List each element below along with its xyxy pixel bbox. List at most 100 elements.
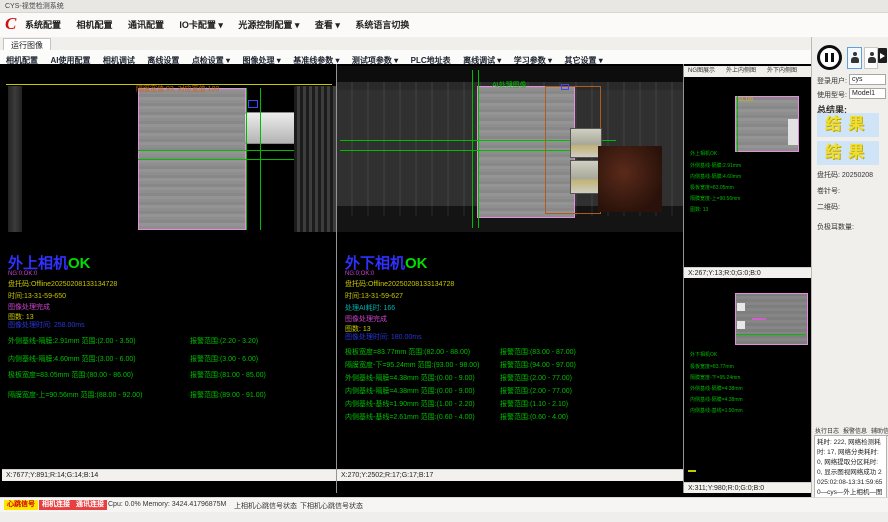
mini-line: 外侧基线-隔膜=4.38mm bbox=[690, 384, 743, 395]
login-user-field[interactable]: cys bbox=[849, 74, 886, 85]
left-time: 时间:13-31-59-650 bbox=[8, 291, 66, 301]
mini-line: 内侧基线-隔膜=4.38mm bbox=[690, 395, 743, 406]
measure-value: 内侧基线-隔膜=4.38mm 范围:(0.00 - 9.00) bbox=[345, 386, 475, 396]
pin-number-label: 卷针号: bbox=[817, 186, 840, 196]
barcode-label-text: 盘托码: bbox=[817, 172, 840, 179]
tab-lower-inner-view[interactable]: 外下内侧图 bbox=[767, 66, 797, 77]
small-lower-line-h bbox=[736, 334, 806, 335]
middle-camera-name: 外下相机 bbox=[345, 255, 405, 272]
left-ok-status: OK bbox=[68, 255, 91, 272]
alarm-range: 报警范围:(2.00 - 77.00) bbox=[500, 373, 572, 383]
small-lower-image bbox=[735, 293, 808, 345]
mini-line: 外侧基线-隔膜:2.91mm bbox=[690, 161, 741, 172]
measure-value: 内侧基线-基线=1.90mm 范围:(1.00 - 2.20) bbox=[345, 399, 475, 409]
mini-line: 内侧基线-基线=1.90mm bbox=[690, 406, 743, 417]
middle-camera-view[interactable]: AI处理图像 外下相机OK NG:0;OK:0 盘托码:Offline20250… bbox=[337, 66, 683, 481]
upper-cam-heartbeat[interactable]: 上相机心跳信号状态 bbox=[234, 501, 297, 511]
small-upper-img-label: 93,100 bbox=[738, 97, 753, 103]
alarm-range: 报警范围:(0.60 - 4.00) bbox=[500, 412, 568, 422]
alarm-range: 报警范围:(3.00 - 6.00) bbox=[190, 354, 258, 364]
small-upper-bright-spot bbox=[788, 119, 798, 145]
middle-camera-title: 外下相机OK bbox=[345, 252, 428, 273]
left-process-time: 图像处理时间: 258.00ms bbox=[8, 320, 85, 330]
user-icon bbox=[851, 52, 859, 64]
small-upper-line-v bbox=[737, 96, 738, 152]
comm-status-badge: 通讯连接 bbox=[73, 500, 107, 510]
alarm-range: 报警范围:(83.00 - 87.00) bbox=[500, 347, 576, 357]
middle-pixel-coordinates: X:270;Y:2502;R:17;G:17;B:17 bbox=[337, 469, 683, 481]
neg-tab-count-label: 负极耳数量: bbox=[817, 222, 854, 232]
app-window: CYS-视觉检测系统 C 系统配置 相机配置 通讯配置 IO卡配置 ▾ 光源控制… bbox=[0, 0, 888, 522]
alarm-range: 报警范围:(2.00 - 77.00) bbox=[500, 386, 572, 396]
left-barcode: 盘托码:Offline20250208133134728 bbox=[8, 279, 117, 289]
middle-ai-label: AI处理图像 bbox=[492, 80, 527, 90]
user-login-button[interactable] bbox=[847, 47, 862, 69]
small-lower-bright-spot1 bbox=[737, 303, 745, 311]
exit-button[interactable] bbox=[877, 45, 888, 69]
menubar: C 系统配置 相机配置 通讯配置 IO卡配置 ▾ 光源控制配置 ▾ 查看 ▾ 系… bbox=[0, 13, 888, 38]
mini-line: 外下相机OK bbox=[690, 350, 717, 361]
left-measure-line-h2 bbox=[138, 159, 310, 160]
logout-door-icon bbox=[878, 48, 887, 63]
pause-button[interactable] bbox=[817, 45, 842, 70]
left-camera-view[interactable]: 隔膜宽值:93, 对应宽值:100 外上相机OK NG:0;OK:0 盘托码:O… bbox=[2, 66, 336, 481]
middle-barcode: 盘托码:Offline20250208133134728 bbox=[345, 279, 454, 289]
menu-system-config[interactable]: 系统配置 bbox=[25, 13, 61, 37]
tab-ng-images[interactable]: NG图展示 bbox=[688, 66, 715, 77]
mini-line: 内侧基线-隔膜:4.60mm bbox=[690, 172, 741, 183]
qr-code-label: 二维码: bbox=[817, 202, 840, 212]
small-lower-bright-spot2 bbox=[737, 321, 745, 329]
middle-measure-line-v1 bbox=[472, 70, 473, 228]
small-lower-tick bbox=[688, 470, 696, 472]
menu-io-config[interactable]: IO卡配置 ▾ bbox=[179, 13, 223, 37]
left-machine-strip bbox=[8, 86, 22, 232]
alarm-range: 报警范围:(81.00 - 85.00) bbox=[190, 370, 266, 380]
small-view-tabs: NG图展示外上内侧图外下内侧图 bbox=[684, 66, 811, 77]
middle-time: 时间:13-31-59-627 bbox=[345, 291, 403, 301]
left-pixel-coordinates: X:7677;Y:891;R:14;G:14;B:14 bbox=[2, 469, 336, 481]
menu-view[interactable]: 查看 ▾ bbox=[315, 13, 340, 37]
middle-process-done: 图像处理完成 bbox=[345, 314, 387, 324]
alarm-range: 报警范围:(89.00 - 91.00) bbox=[190, 390, 266, 400]
tabrow: 运行图像 bbox=[0, 37, 811, 51]
menu-camera-config[interactable]: 相机配置 bbox=[76, 13, 112, 37]
model-label: 使用型号: bbox=[817, 90, 847, 100]
menu-light-config[interactable]: 光源控制配置 ▾ bbox=[238, 13, 299, 37]
left-camera-title: 外上相机OK bbox=[8, 252, 91, 273]
alarm-range: 报警范围:(94.00 - 97.00) bbox=[500, 360, 576, 370]
left-roi-marker bbox=[248, 100, 258, 108]
mini-line: 图数: 13 bbox=[690, 205, 708, 216]
lower-cam-heartbeat[interactable]: 下相机心跳信号状态 bbox=[300, 501, 363, 511]
menu-comm-config[interactable]: 通讯配置 bbox=[128, 13, 164, 37]
barcode-value: 20250208 bbox=[842, 172, 873, 179]
right-control-panel: 登录用户: cys 使用型号: Model1 总结果: 结果 结果 盘托码: 2… bbox=[811, 37, 888, 497]
measure-value: 外侧基线-隔膜=4.38mm 范围:(0.00 - 9.00) bbox=[345, 373, 475, 383]
measure-value: 隔膜宽度-下=95.24mm 范围:(93.00 - 98.00) bbox=[345, 360, 479, 370]
measure-value: 隔膜宽度-上=90.56mm 范围:(88.00 - 92.00) bbox=[8, 390, 142, 400]
small-view-lower[interactable]: 外下相机OK 极板宽度=83.77mm 隔膜宽度-下=95.24mm 外侧基线-… bbox=[684, 278, 811, 482]
small-upper-coordinates: X:267;Y:13;R:0;G:0;B:0 bbox=[684, 267, 811, 278]
left-ng-counter: NG:0;OK:0 bbox=[8, 271, 37, 277]
middle-process-time: 图像处理时间: 180.00ms bbox=[345, 332, 422, 342]
left-camera-name: 外上相机 bbox=[8, 255, 68, 272]
operator-button[interactable] bbox=[864, 47, 878, 69]
middle-roi-marker bbox=[561, 84, 569, 90]
window-title: CYS-视觉检测系统 bbox=[5, 3, 64, 10]
middle-machinery-red bbox=[598, 146, 662, 212]
login-user-label: 登录用户: bbox=[817, 76, 847, 86]
measure-value: 极板宽度=83.77mm 范围:(82.00 - 88.00) bbox=[345, 347, 470, 357]
small-lower-coordinates: X:311;Y:980;R:0;G:0;B:0 bbox=[684, 482, 811, 493]
mini-line: 极板宽度=83.05mm bbox=[690, 183, 734, 194]
menu-items: 系统配置 相机配置 通讯配置 IO卡配置 ▾ 光源控制配置 ▾ 查看 ▾ 系统语… bbox=[25, 13, 420, 37]
model-field[interactable]: Model1 bbox=[849, 88, 886, 99]
person-icon bbox=[868, 52, 876, 64]
measure-value: 外侧基线-隔膜:2.91mm 范围:(2.00 - 3.50) bbox=[8, 336, 136, 346]
result-display-1: 结果 bbox=[817, 113, 879, 137]
tab-upper-inner-view[interactable]: 外上内侧图 bbox=[726, 66, 756, 77]
camera-status-badge: 相机连接 bbox=[39, 500, 73, 510]
menu-language-switch[interactable]: 系统语言切换 bbox=[355, 13, 409, 37]
cpu-memory-stat: Cpu: 0.0% Memory: 3424.41796875M bbox=[108, 501, 226, 508]
small-lower-magenta-mark bbox=[752, 318, 766, 320]
left-overlay-label: 隔膜宽值:93, 对应宽值:100 bbox=[136, 84, 219, 94]
small-view-upper[interactable]: 93,100 外上相机OK 外侧基线-隔膜:2.91mm 内侧基线-隔膜:4.6… bbox=[684, 77, 811, 267]
